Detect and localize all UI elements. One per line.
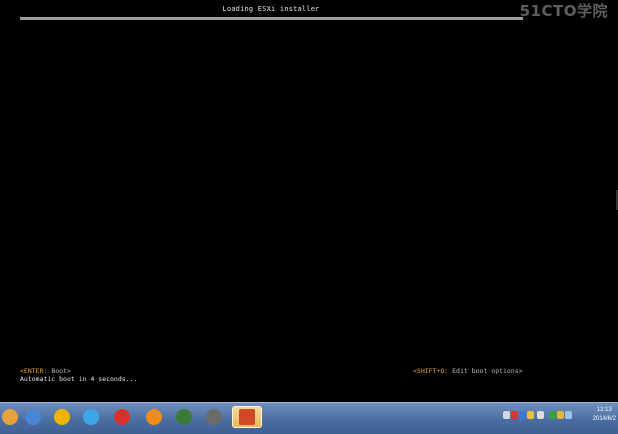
network-icon xyxy=(25,409,41,425)
powerpoint-icon xyxy=(239,409,255,425)
watermark-logo: 51CTO学院 xyxy=(519,2,608,20)
autoboot-countdown: Automatic boot in 4 seconds... xyxy=(20,375,138,383)
volume-icon[interactable] xyxy=(565,411,572,419)
vm-player-icon xyxy=(176,409,192,425)
taskbar-app-button[interactable] xyxy=(79,406,103,428)
taskbar-app-button[interactable] xyxy=(142,406,166,428)
network-tray-icon[interactable] xyxy=(519,411,526,419)
qq-penguin-icon xyxy=(54,409,70,425)
enter-key-label: <ENTER: xyxy=(20,367,48,375)
show-hidden-icon[interactable] xyxy=(537,411,544,419)
taskbar-app-button[interactable] xyxy=(202,406,226,428)
taskbar-clock[interactable]: 12:13 2014/6/2 xyxy=(593,406,616,424)
loading-progress-bar xyxy=(20,17,523,20)
installer-title: Loading ESXi installer xyxy=(222,5,320,13)
app-orange-swirl-icon xyxy=(146,409,162,425)
system-tray: 12:13 2014/6/2 xyxy=(494,403,618,433)
antivirus-icon[interactable] xyxy=(511,411,518,419)
browser-icon xyxy=(2,409,18,425)
taskbar-app-button[interactable] xyxy=(50,406,74,428)
shift-action-label: Edit boot options> xyxy=(448,367,523,375)
taskbar-app-button[interactable] xyxy=(172,406,196,428)
taskbar-app-button[interactable] xyxy=(110,406,134,428)
vmware-icon xyxy=(206,409,222,425)
clock-date: 2014/6/2 xyxy=(592,416,616,422)
windows-taskbar: 12:13 2014/6/2 xyxy=(0,402,618,434)
taskbar-app-button[interactable] xyxy=(0,406,22,428)
qq-tray-icon[interactable] xyxy=(527,411,534,419)
warning-tray-icon[interactable] xyxy=(557,411,564,419)
clock-time: 12:13 xyxy=(596,407,612,413)
language-icon[interactable] xyxy=(503,411,510,419)
app-red-swirl-icon xyxy=(114,409,130,425)
internet-explorer-icon xyxy=(83,409,99,425)
esxi-console-screen: Loading ESXi installer 51CTO学院 <ENTER: B… xyxy=(0,0,618,402)
security-tray-icon[interactable] xyxy=(549,411,556,419)
shift-key-label: <SHIFT+O: xyxy=(413,367,449,375)
taskbar-app-button[interactable] xyxy=(232,406,262,428)
enter-action-label: Boot> xyxy=(47,367,71,375)
loading-progress-fill xyxy=(20,17,523,20)
shift-o-edit-hint[interactable]: <SHIFT+O: Edit boot options> xyxy=(413,367,523,375)
enter-boot-hint[interactable]: <ENTER: Boot> xyxy=(20,367,71,375)
taskbar-app-button[interactable] xyxy=(21,406,45,428)
